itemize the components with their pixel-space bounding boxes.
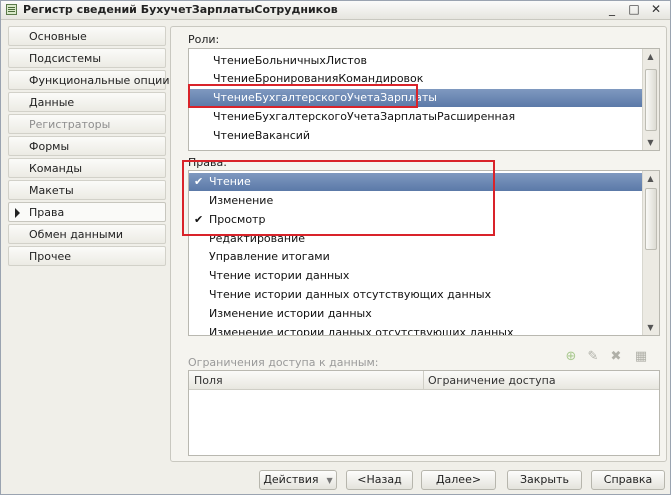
role-name: ЧтениеБухгалтерскогоУчетаЗарплаты	[213, 91, 437, 104]
help-button[interactable]: Справка	[591, 470, 665, 490]
chevron-down-icon: ▼	[326, 476, 333, 485]
table-header: Поля Ограничение доступа	[189, 371, 659, 390]
column-access-restriction[interactable]: Ограничение доступа	[428, 374, 556, 387]
sidebar-item-label: Данные	[29, 96, 75, 109]
add-icon[interactable]: ⊕	[563, 349, 579, 365]
right-name: Управление итогами	[209, 250, 330, 263]
list-item-selected[interactable]: ЧтениеБухгалтерскогоУчетаЗарплаты	[189, 89, 644, 107]
sidebar-item-obmen-dannymi[interactable]: Обмен данными	[8, 224, 166, 244]
sidebar-item-label: Формы	[29, 140, 70, 153]
right-name: Изменение истории данных	[209, 307, 372, 320]
sidebar-item-makety[interactable]: Макеты	[8, 180, 166, 200]
next-button[interactable]: Далее>	[421, 470, 496, 490]
right-name: Редактирование	[209, 232, 305, 245]
register-window: Регистр сведений БухучетЗарплатыСотрудни…	[0, 0, 671, 495]
restrictions-label: Ограничения доступа к данным:	[188, 356, 379, 369]
sidebar-item-label: Команды	[29, 162, 83, 175]
right-name: Чтение	[209, 175, 251, 188]
register-icon	[6, 4, 17, 15]
check-icon[interactable]: ✔	[194, 173, 206, 191]
sidebar-item-prava[interactable]: Права	[8, 202, 166, 222]
list-item[interactable]: Управление итогами	[189, 248, 644, 266]
edit-icon[interactable]: ✎	[585, 349, 601, 365]
maximize-button[interactable]: □	[625, 2, 643, 17]
scroll-down-icon[interactable]: ▼	[643, 320, 658, 335]
sidebar-item-osnovnye[interactable]: Основные	[8, 26, 166, 46]
delete-icon[interactable]: ✖	[608, 349, 624, 365]
list-item[interactable]: Чтение истории данных	[189, 267, 644, 285]
list-item[interactable]: ЧтениеБухгалтерскогоУчетаЗарплатыРасшире…	[189, 108, 644, 126]
role-name: ЧтениеБухгалтерскогоУчетаЗарплатыРасшире…	[213, 110, 516, 123]
scroll-thumb[interactable]	[645, 69, 657, 131]
title-bar: Регистр сведений БухучетЗарплатыСотрудни…	[1, 1, 670, 20]
sidebar-item-label: Подсистемы	[29, 52, 102, 65]
scroll-up-icon[interactable]: ▲	[643, 171, 658, 186]
list-item[interactable]: Изменение	[189, 192, 644, 210]
sidebar-item-label: Права	[29, 206, 65, 219]
back-button[interactable]: <Назад	[346, 470, 413, 490]
list-item[interactable]: Изменение истории данных	[189, 305, 644, 323]
list-item[interactable]: ЧтениеВакансий	[189, 127, 644, 145]
list-item[interactable]: Чтение истории данных отсутствующих данн…	[189, 286, 644, 304]
list-item[interactable]: Изменение истории данных отсутствующих д…	[189, 324, 644, 336]
active-arrow-icon	[15, 208, 20, 218]
sidebar-item-prochee[interactable]: Прочее	[8, 246, 166, 266]
rights-list[interactable]: ✔ Чтение Изменение ✔ Просмотр Редактирован…	[188, 170, 660, 336]
close-button[interactable]: Закрыть	[507, 470, 582, 490]
scroll-thumb[interactable]	[645, 188, 657, 250]
role-name: ЧтениеВакансий	[213, 129, 311, 142]
sidebar-item-podsistemy[interactable]: Подсистемы	[8, 48, 166, 68]
right-name: Просмотр	[209, 213, 266, 226]
sidebar-item-label: Макеты	[29, 184, 74, 197]
sidebar-item-label: Регистраторы	[29, 118, 111, 131]
minimize-button[interactable]: _	[603, 2, 621, 17]
scroll-up-icon[interactable]: ▲	[643, 49, 658, 64]
list-item-selected[interactable]: ✔ Чтение	[189, 173, 644, 191]
scroll-down-icon[interactable]: ▼	[643, 135, 658, 150]
rights-label: Права:	[188, 156, 227, 169]
close-window-button[interactable]: ✕	[647, 2, 665, 17]
sidebar-item-label: Обмен данными	[29, 228, 124, 241]
actions-dropdown[interactable]: Действия ▼	[259, 470, 337, 490]
list-item[interactable]: Редактирование	[189, 230, 644, 248]
sidebar: Основные Подсистемы Функциональные опции…	[8, 26, 170, 268]
sidebar-item-formy[interactable]: Формы	[8, 136, 166, 156]
right-name: Изменение	[209, 194, 274, 207]
roles-label: Роли:	[188, 33, 220, 46]
sidebar-item-label: Прочее	[29, 250, 72, 263]
right-name: Чтение истории данных отсутствующих данн…	[209, 288, 492, 301]
sidebar-item-komandy[interactable]: Команды	[8, 158, 166, 178]
roles-list[interactable]: ЧтениеБольничныхЛистов ЧтениеБронировани…	[188, 48, 660, 151]
roles-scrollbar[interactable]: ▲ ▼	[642, 49, 659, 150]
list-item[interactable]: ЧтениеБронированияКомандировок	[189, 70, 644, 88]
role-name: ЧтениеБольничныхЛистов	[213, 54, 367, 67]
right-name: Изменение истории данных отсутствующих д…	[209, 326, 514, 336]
templates-icon[interactable]: ▦	[633, 349, 649, 365]
column-divider[interactable]	[423, 371, 424, 389]
sidebar-item-functional-options[interactable]: Функциональные опции	[8, 70, 170, 90]
rights-scrollbar[interactable]: ▲ ▼	[642, 171, 659, 335]
column-fields[interactable]: Поля	[194, 374, 223, 387]
restrictions-table[interactable]: Поля Ограничение доступа	[188, 370, 660, 456]
rights-panel: Роли: ЧтениеБольничныхЛистов ЧтениеБрони…	[170, 26, 667, 462]
sidebar-item-dannye[interactable]: Данные	[8, 92, 166, 112]
list-item[interactable]: ЧтениеБольничныхЛистов	[189, 52, 644, 70]
sidebar-item-registratory[interactable]: Регистраторы	[8, 114, 166, 134]
window-title: Регистр сведений БухучетЗарплатыСотрудни…	[23, 3, 338, 16]
sidebar-item-label: Основные	[29, 30, 87, 43]
role-name: ЧтениеБронированияКомандировок	[213, 72, 424, 85]
right-name: Чтение истории данных	[209, 269, 350, 282]
list-item[interactable]: ✔ Просмотр	[189, 211, 644, 229]
sidebar-item-label: Функциональные опции	[29, 74, 170, 87]
check-icon[interactable]: ✔	[194, 211, 206, 229]
actions-label: Действия	[263, 473, 319, 486]
